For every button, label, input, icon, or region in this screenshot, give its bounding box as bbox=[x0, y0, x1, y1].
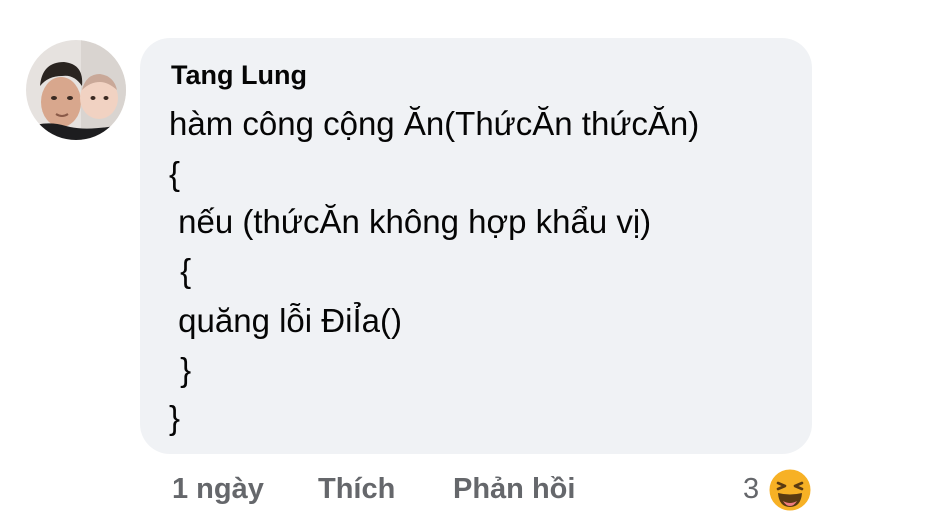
haha-emoji-icon[interactable] bbox=[766, 466, 814, 514]
comment-bubble bbox=[140, 38, 812, 454]
reaction-count[interactable]: 3 bbox=[743, 473, 759, 506]
comment-author[interactable]: Tang Lung bbox=[171, 60, 307, 91]
like-button[interactable]: Thích bbox=[318, 473, 395, 506]
comment-line: hàm công cộng Ăn(ThứcĂn thứcĂn) bbox=[169, 105, 700, 142]
comment-line: { bbox=[169, 155, 181, 192]
comment-timestamp[interactable]: 1 ngày bbox=[172, 473, 264, 506]
avatar[interactable] bbox=[26, 40, 126, 140]
comment-line: } bbox=[171, 351, 192, 388]
comment-container: Tang Lung hàm công cộng Ăn(ThứcĂn thứcĂn… bbox=[0, 0, 945, 528]
reply-button[interactable]: Phản hồi bbox=[453, 473, 575, 506]
comment-line: } bbox=[169, 399, 181, 436]
avatar-photo-icon bbox=[26, 40, 126, 140]
comment-line: quăng lỗi ĐiỈa() bbox=[169, 302, 402, 339]
comment-line: { bbox=[171, 252, 192, 289]
comment-line: nếu (thứcĂn không hợp khẩu vị) bbox=[169, 203, 652, 240]
